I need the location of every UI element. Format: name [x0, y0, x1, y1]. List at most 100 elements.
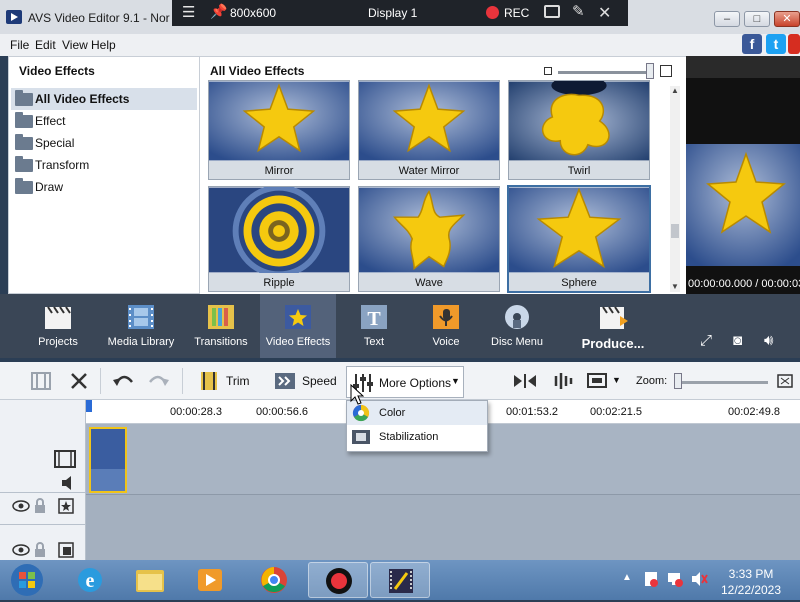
speed-button[interactable]: Speed [274, 370, 338, 392]
lock-icon[interactable] [34, 542, 46, 558]
effect-tile-wave[interactable]: Wave [358, 186, 500, 292]
volume-icon[interactable]: 🔊︎ [764, 332, 773, 349]
twirl-thumbnail [509, 81, 649, 161]
timeline-zoom-handle[interactable] [674, 373, 682, 389]
audio-adjust-icon[interactable] [552, 370, 578, 392]
trim-button[interactable]: Trim [198, 370, 258, 392]
camera-icon[interactable] [544, 5, 560, 18]
disc-icon [505, 305, 529, 329]
speed-icon [275, 373, 295, 389]
undo-icon[interactable] [112, 370, 136, 392]
produce-button[interactable]: Produce... [578, 294, 648, 358]
hamburger-icon[interactable]: ☰ [182, 3, 195, 21]
storyboard-icon[interactable] [30, 370, 52, 392]
volume-tray-icon[interactable] [690, 570, 708, 588]
text-icon: T [361, 305, 387, 330]
avs-video-editor-icon[interactable] [370, 562, 430, 598]
clock-date: 12/22/2023 [720, 583, 782, 597]
aspect-ratio-dropdown[interactable]: ▼ [586, 370, 622, 392]
screen-recorder-icon[interactable] [308, 562, 368, 598]
stabilization-icon [352, 430, 370, 444]
chevron-down-icon: ▼ [612, 375, 621, 385]
redo-icon[interactable] [146, 370, 170, 392]
network-icon[interactable] [666, 570, 684, 588]
menu-item-color[interactable]: Color [347, 401, 487, 425]
tile-caption: Sphere [509, 273, 649, 291]
fit-timeline-icon[interactable] [776, 370, 794, 392]
projects-button[interactable]: Projects [28, 294, 88, 358]
menu-view[interactable]: View [62, 38, 88, 52]
ruler-tick: 00:00:28.3 [170, 406, 222, 418]
record-icon[interactable] [486, 6, 499, 19]
video-clip[interactable] [89, 427, 127, 493]
internet-explorer-icon[interactable]: e [60, 562, 120, 598]
thumb-size-slider[interactable] [558, 71, 650, 74]
maximize-button[interactable]: □ [744, 11, 770, 27]
folder-icon [15, 178, 33, 194]
menu-edit[interactable]: Edit [35, 38, 56, 52]
youtube-icon[interactable] [788, 34, 800, 54]
menu-file[interactable]: File [10, 38, 29, 52]
scroll-up-icon[interactable]: ▲ [670, 86, 680, 96]
effect-tile-water-mirror[interactable]: Water Mirror [358, 80, 500, 180]
small-thumb-icon[interactable] [544, 67, 552, 75]
tree-item-transform[interactable]: Transform [11, 154, 197, 176]
action-center-icon[interactable] [642, 570, 660, 588]
rec-label[interactable]: REC [504, 6, 529, 20]
video-effects-button[interactable]: Video Effects [260, 294, 336, 358]
split-icon[interactable] [512, 370, 538, 392]
media-player-icon[interactable] [180, 562, 240, 598]
overlay-track-icon[interactable] [58, 542, 74, 558]
microphone-icon [433, 305, 459, 329]
voice-button[interactable]: Voice [418, 294, 474, 358]
file-explorer-icon[interactable] [120, 562, 180, 598]
playhead-marker[interactable] [86, 400, 92, 412]
show-hidden-icons[interactable]: ▲ [622, 572, 632, 583]
eye-icon[interactable] [12, 500, 30, 512]
start-button[interactable] [2, 562, 52, 598]
minimize-button[interactable]: – [714, 11, 740, 27]
effects-track[interactable] [86, 494, 800, 560]
eye-icon[interactable] [12, 544, 30, 556]
transitions-button[interactable]: Transitions [188, 294, 254, 358]
preview-header [686, 56, 800, 78]
media-library-button[interactable]: Media Library [104, 294, 178, 358]
effect-tile-sphere[interactable]: Sphere [507, 185, 651, 293]
effect-tile-twirl[interactable]: Twirl [508, 80, 650, 180]
effect-track-icon[interactable] [58, 498, 74, 514]
ruler-tick: 00:02:49.8 [728, 406, 780, 418]
menu-bar: File Edit View Help [0, 34, 800, 56]
menu-help[interactable]: Help [91, 38, 116, 52]
scroll-down-icon[interactable]: ▼ [670, 282, 680, 292]
close-button[interactable]: ✕ [774, 11, 800, 27]
fullscreen-icon[interactable]: ⤢ [700, 332, 712, 349]
scroll-thumb[interactable] [671, 224, 679, 238]
effect-tile-ripple[interactable]: Ripple [208, 186, 350, 292]
lock-icon[interactable] [34, 498, 46, 514]
grid-scrollbar[interactable]: ▲ ▼ [670, 86, 680, 292]
delete-icon[interactable] [68, 370, 90, 392]
menu-item-stabilization[interactable]: Stabilization [347, 425, 487, 449]
thumb-size-handle[interactable] [646, 63, 654, 79]
close-overlay-icon[interactable]: ✕ [598, 3, 611, 23]
snapshot-icon[interactable]: ◙ [733, 332, 742, 349]
tree-item-all-video-effects[interactable]: All Video Effects [11, 88, 197, 110]
facebook-icon[interactable]: f [742, 34, 762, 54]
display-label[interactable]: Display 1 [368, 6, 417, 20]
taskbar-clock[interactable]: 3:33 PM 12/22/2023 [716, 566, 786, 598]
twitter-icon[interactable]: t [766, 34, 786, 54]
pen-icon[interactable]: ✎ [572, 2, 585, 20]
chrome-icon[interactable] [244, 562, 304, 598]
timeline-zoom-slider[interactable] [674, 381, 768, 384]
tree-item-special[interactable]: Special [11, 132, 197, 154]
speaker-icon[interactable] [60, 476, 76, 490]
water-mirror-thumbnail [359, 81, 499, 161]
disc-menu-button[interactable]: Disc Menu [486, 294, 548, 358]
effect-tile-mirror[interactable]: Mirror [208, 80, 350, 180]
pin-icon[interactable]: 📌 [210, 3, 227, 20]
large-thumb-icon[interactable] [660, 65, 672, 77]
text-button[interactable]: T Text [344, 294, 404, 358]
video-track-icon[interactable] [54, 450, 76, 468]
tree-item-effect[interactable]: Effect [11, 110, 197, 132]
tree-item-draw[interactable]: Draw [11, 176, 197, 198]
